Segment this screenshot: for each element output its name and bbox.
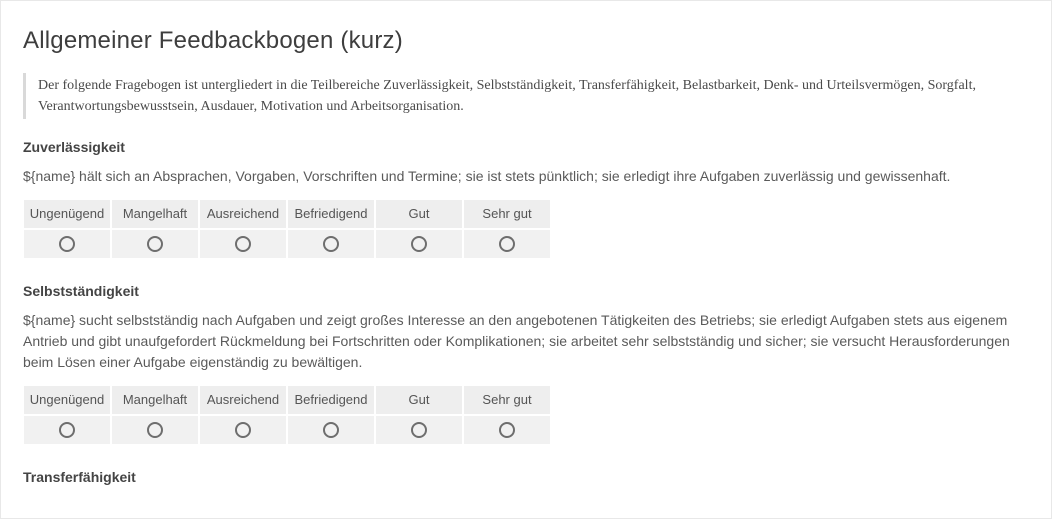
rating-radio-cell[interactable] [23, 415, 111, 445]
rating-input-row [23, 229, 551, 259]
section-desc-zuverlaessigkeit: ${name} hält sich an Absprachen, Vorgabe… [23, 166, 1029, 187]
section-heading-selbststaendigkeit: Selbstständigkeit [23, 281, 1029, 302]
rating-label: Sehr gut [463, 199, 551, 229]
rating-header-row: Ungenügend Mangelhaft Ausreichend Befrie… [23, 385, 551, 415]
rating-grid-zuverlaessigkeit: Ungenügend Mangelhaft Ausreichend Befrie… [23, 199, 551, 259]
rating-radio-cell[interactable] [375, 229, 463, 259]
section-heading-transferfaehigkeit: Transferfähigkeit [23, 467, 1029, 488]
rating-label: Ausreichend [199, 385, 287, 415]
radio-icon [411, 422, 427, 438]
radio-icon [147, 422, 163, 438]
rating-radio-cell[interactable] [199, 415, 287, 445]
rating-input-row [23, 415, 551, 445]
intro-blockquote: Der folgende Fragebogen ist unterglieder… [23, 73, 1029, 119]
radio-icon [147, 236, 163, 252]
rating-label: Ungenügend [23, 385, 111, 415]
rating-radio-cell[interactable] [111, 229, 199, 259]
rating-label: Gut [375, 385, 463, 415]
rating-radio-cell[interactable] [375, 415, 463, 445]
rating-radio-cell[interactable] [111, 415, 199, 445]
rating-grid-selbststaendigkeit: Ungenügend Mangelhaft Ausreichend Befrie… [23, 385, 551, 445]
radio-icon [411, 236, 427, 252]
rating-label: Mangelhaft [111, 199, 199, 229]
section-desc-selbststaendigkeit: ${name} sucht selbstständig nach Aufgabe… [23, 310, 1029, 373]
feedback-form: Allgemeiner Feedbackbogen (kurz) Der fol… [0, 0, 1052, 519]
rating-radio-cell[interactable] [199, 229, 287, 259]
radio-icon [235, 236, 251, 252]
rating-header-row: Ungenügend Mangelhaft Ausreichend Befrie… [23, 199, 551, 229]
rating-label: Mangelhaft [111, 385, 199, 415]
rating-radio-cell[interactable] [463, 229, 551, 259]
radio-icon [59, 236, 75, 252]
rating-label: Ungenügend [23, 199, 111, 229]
page-title: Allgemeiner Feedbackbogen (kurz) [23, 23, 1029, 59]
rating-label: Befriedigend [287, 199, 375, 229]
section-heading-zuverlaessigkeit: Zuverlässigkeit [23, 137, 1029, 158]
rating-radio-cell[interactable] [23, 229, 111, 259]
rating-label: Gut [375, 199, 463, 229]
radio-icon [323, 236, 339, 252]
rating-label: Sehr gut [463, 385, 551, 415]
radio-icon [499, 422, 515, 438]
radio-icon [499, 236, 515, 252]
rating-label: Befriedigend [287, 385, 375, 415]
rating-radio-cell[interactable] [287, 229, 375, 259]
radio-icon [59, 422, 75, 438]
rating-radio-cell[interactable] [463, 415, 551, 445]
radio-icon [235, 422, 251, 438]
rating-label: Ausreichend [199, 199, 287, 229]
rating-radio-cell[interactable] [287, 415, 375, 445]
radio-icon [323, 422, 339, 438]
